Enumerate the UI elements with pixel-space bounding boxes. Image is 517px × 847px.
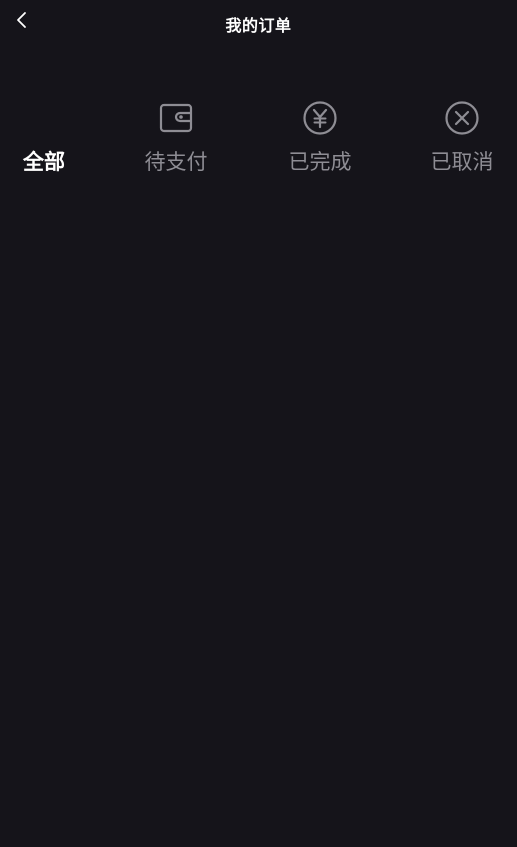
wallet-icon bbox=[156, 98, 196, 138]
tab-pending-payment[interactable]: 待支付 bbox=[126, 96, 226, 186]
tab-completed-label: 已完成 bbox=[288, 150, 352, 174]
order-status-tabs: 全部 待支付 已完成 已取消 bbox=[0, 96, 517, 186]
tab-cancelled-label: 已取消 bbox=[430, 150, 494, 174]
tab-completed[interactable]: 已完成 bbox=[270, 96, 370, 186]
yuan-circle-icon bbox=[300, 98, 340, 138]
tab-all[interactable]: 全部 bbox=[0, 96, 94, 186]
page-title: 我的订单 bbox=[225, 16, 292, 35]
x-circle-icon bbox=[442, 98, 482, 138]
tab-all-label: 全部 bbox=[23, 150, 65, 174]
tab-pending-label: 待支付 bbox=[144, 150, 208, 174]
header-bar: 我的订单 bbox=[0, 0, 517, 44]
tab-cancelled[interactable]: 已取消 bbox=[412, 96, 512, 186]
